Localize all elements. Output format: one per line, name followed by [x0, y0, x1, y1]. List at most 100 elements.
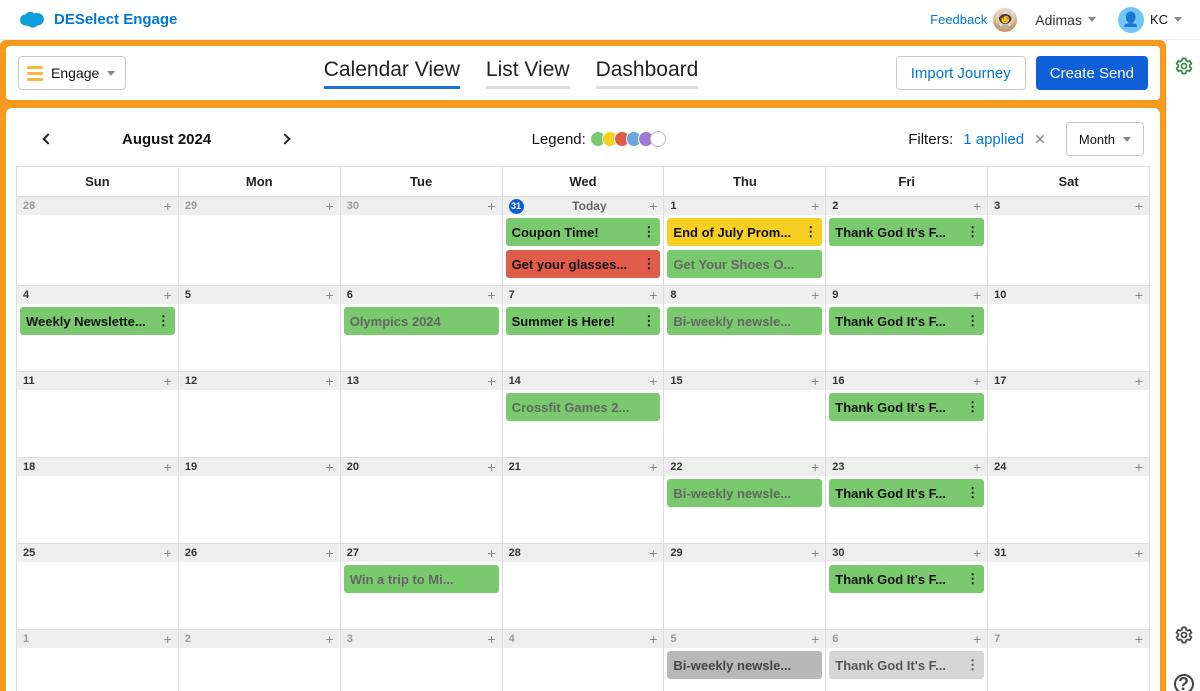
- day-cell[interactable]: 7+Summer is Here!⋮: [503, 286, 665, 372]
- preferences-gear-icon[interactable]: [1174, 625, 1194, 648]
- calendar-event[interactable]: Thank God It's F...⋮: [829, 479, 984, 507]
- event-menu-icon[interactable]: ⋮: [962, 313, 978, 329]
- add-event-button[interactable]: +: [811, 459, 819, 475]
- calendar-event[interactable]: Thank God It's F...⋮: [829, 565, 984, 593]
- day-cell[interactable]: 1+End of July Prom...⋮Get Your Shoes O..…: [664, 197, 826, 286]
- add-event-button[interactable]: +: [164, 198, 172, 214]
- add-event-button[interactable]: +: [1135, 198, 1143, 214]
- day-cell[interactable]: 30+: [341, 197, 503, 286]
- event-menu-icon[interactable]: ⋮: [962, 657, 978, 673]
- calendar-event[interactable]: Summer is Here!⋮: [506, 307, 661, 335]
- day-cell[interactable]: 9+Thank God It's F...⋮: [826, 286, 988, 372]
- event-menu-icon[interactable]: ⋮: [962, 571, 978, 587]
- day-cell[interactable]: 19+: [179, 458, 341, 544]
- help-icon[interactable]: ?: [1174, 674, 1194, 691]
- day-cell[interactable]: 20+: [341, 458, 503, 544]
- add-event-button[interactable]: +: [1135, 545, 1143, 561]
- event-menu-icon[interactable]: ⋮: [800, 224, 816, 240]
- add-event-button[interactable]: +: [326, 373, 334, 389]
- calendar-event[interactable]: Thank God It's F...⋮: [829, 307, 984, 335]
- event-menu-icon[interactable]: ⋮: [153, 313, 169, 329]
- add-event-button[interactable]: +: [649, 545, 657, 561]
- add-event-button[interactable]: +: [326, 287, 334, 303]
- org-menu[interactable]: 👤 KC: [1118, 7, 1182, 33]
- calendar-event[interactable]: Bi-weekly newsle...: [667, 307, 822, 335]
- day-cell[interactable]: 25+: [17, 544, 179, 630]
- calendar-event[interactable]: Thank God It's F...⋮: [829, 651, 984, 679]
- event-menu-icon[interactable]: ⋮: [962, 485, 978, 501]
- add-event-button[interactable]: +: [649, 631, 657, 647]
- add-event-button[interactable]: +: [649, 198, 657, 214]
- add-event-button[interactable]: +: [326, 198, 334, 214]
- add-event-button[interactable]: +: [487, 373, 495, 389]
- day-cell[interactable]: 1+: [17, 630, 179, 691]
- add-event-button[interactable]: +: [973, 459, 981, 475]
- calendar-event[interactable]: Win a trip to Mi...: [344, 565, 499, 593]
- calendar-event[interactable]: Bi-weekly newsle...: [667, 651, 822, 679]
- day-cell[interactable]: 2+Thank God It's F...⋮: [826, 197, 988, 286]
- day-cell[interactable]: 6+Olympics 2024: [341, 286, 503, 372]
- day-cell[interactable]: 7+: [988, 630, 1150, 691]
- calendar-event[interactable]: Get your glasses...⋮: [506, 250, 661, 278]
- day-cell[interactable]: 11+: [17, 372, 179, 458]
- add-event-button[interactable]: +: [973, 287, 981, 303]
- calendar-event[interactable]: Thank God It's F...⋮: [829, 393, 984, 421]
- day-cell[interactable]: 26+: [179, 544, 341, 630]
- add-event-button[interactable]: +: [487, 631, 495, 647]
- add-event-button[interactable]: +: [326, 545, 334, 561]
- add-event-button[interactable]: +: [326, 631, 334, 647]
- prev-month-button[interactable]: [42, 133, 53, 144]
- calendar-event[interactable]: Crossfit Games 2...: [506, 393, 661, 421]
- day-cell[interactable]: 29+: [179, 197, 341, 286]
- add-event-button[interactable]: +: [487, 287, 495, 303]
- add-event-button[interactable]: +: [973, 373, 981, 389]
- add-event-button[interactable]: +: [487, 545, 495, 561]
- day-cell[interactable]: 3+: [341, 630, 503, 691]
- add-event-button[interactable]: +: [811, 545, 819, 561]
- event-menu-icon[interactable]: ⋮: [962, 399, 978, 415]
- day-cell[interactable]: 29+: [664, 544, 826, 630]
- import-journey-button[interactable]: Import Journey: [896, 56, 1026, 90]
- filters-value[interactable]: 1 applied: [963, 131, 1024, 148]
- day-cell[interactable]: 15+: [664, 372, 826, 458]
- add-event-button[interactable]: +: [1135, 287, 1143, 303]
- clear-filters-icon[interactable]: ✕: [1034, 131, 1046, 148]
- event-menu-icon[interactable]: ⋮: [962, 224, 978, 240]
- calendar-event[interactable]: Coupon Time!⋮: [506, 218, 661, 246]
- add-event-button[interactable]: +: [487, 459, 495, 475]
- day-cell[interactable]: 22+Bi-weekly newsle...: [664, 458, 826, 544]
- add-event-button[interactable]: +: [1135, 631, 1143, 647]
- calendar-event[interactable]: Get Your Shoes O...: [667, 250, 822, 278]
- period-selector[interactable]: Month: [1066, 122, 1144, 156]
- feedback-link[interactable]: Feedback: [930, 12, 987, 27]
- add-event-button[interactable]: +: [164, 287, 172, 303]
- legend-swatches[interactable]: [594, 131, 666, 147]
- tab-dashboard[interactable]: Dashboard: [596, 58, 699, 89]
- calendar-event[interactable]: Bi-weekly newsle...: [667, 479, 822, 507]
- add-event-button[interactable]: +: [487, 198, 495, 214]
- add-event-button[interactable]: +: [973, 631, 981, 647]
- user-menu[interactable]: Adimas: [1035, 12, 1096, 28]
- day-cell[interactable]: 31Today+Coupon Time!⋮Get your glasses...…: [503, 197, 665, 286]
- day-cell[interactable]: 10+: [988, 286, 1150, 372]
- day-cell[interactable]: 28+: [17, 197, 179, 286]
- day-cell[interactable]: 31+: [988, 544, 1150, 630]
- day-cell[interactable]: 4+Weekly Newslette...⋮: [17, 286, 179, 372]
- calendar-event[interactable]: Olympics 2024: [344, 307, 499, 335]
- add-event-button[interactable]: +: [973, 545, 981, 561]
- day-cell[interactable]: 17+: [988, 372, 1150, 458]
- add-event-button[interactable]: +: [1135, 459, 1143, 475]
- day-cell[interactable]: 27+Win a trip to Mi...: [341, 544, 503, 630]
- event-menu-icon[interactable]: ⋮: [638, 313, 654, 329]
- create-send-button[interactable]: Create Send: [1036, 56, 1148, 90]
- add-event-button[interactable]: +: [164, 545, 172, 561]
- tab-calendar-view[interactable]: Calendar View: [324, 58, 460, 89]
- add-event-button[interactable]: +: [811, 373, 819, 389]
- day-cell[interactable]: 21+: [503, 458, 665, 544]
- tab-list-view[interactable]: List View: [486, 58, 570, 89]
- add-event-button[interactable]: +: [164, 373, 172, 389]
- day-cell[interactable]: 5+Bi-weekly newsle...: [664, 630, 826, 691]
- add-event-button[interactable]: +: [326, 459, 334, 475]
- settings-gear-icon[interactable]: [1174, 56, 1194, 79]
- day-cell[interactable]: 13+: [341, 372, 503, 458]
